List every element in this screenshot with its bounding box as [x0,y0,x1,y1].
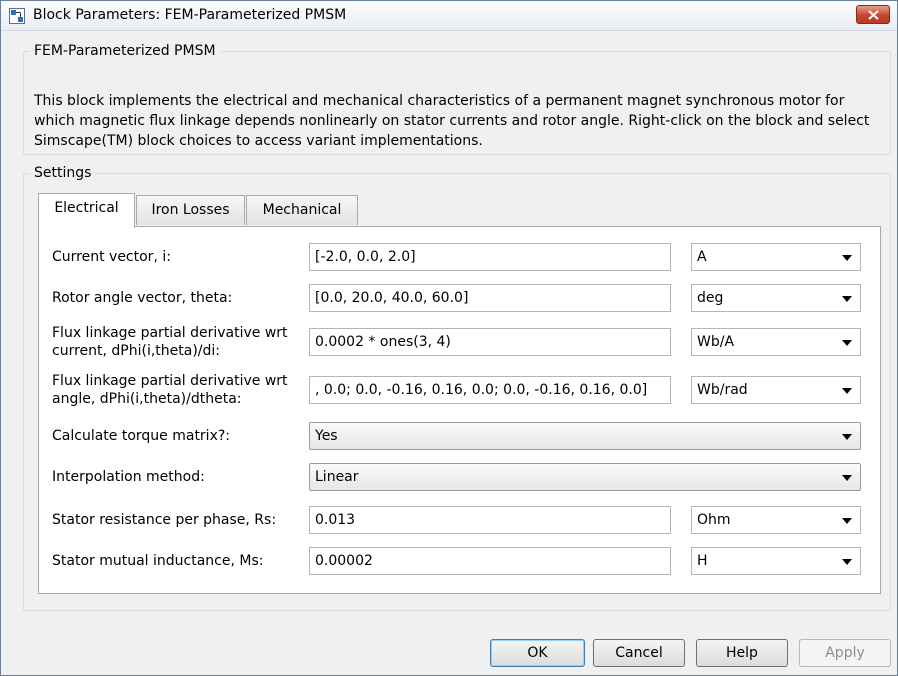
chevron-down-icon [842,388,852,394]
flux-dtheta-input-text: , 0.0; 0.0, -0.16, 0.16, 0.0; 0.0, -0.16… [315,382,648,398]
torque-matrix-label: Calculate torque matrix?: [52,428,231,444]
flux-dtheta-label-line2: angle, dPhi(i,theta)/dtheta: [52,391,242,407]
stator-resistance-input[interactable]: 0.013 [309,506,671,534]
mutual-inductance-input[interactable]: 0.00002 [309,547,671,575]
flux-dtheta-label-line1: Flux linkage partial derivative wrt [52,373,288,389]
apply-button[interactable]: Apply [799,639,891,667]
chevron-down-icon [842,518,852,524]
current-vector-input[interactable]: [-2.0, 0.0, 2.0] [309,243,671,271]
chevron-down-icon [842,340,852,346]
cancel-button[interactable]: Cancel [593,639,685,667]
flux-di-unit-select[interactable]: Wb/A [691,328,861,356]
torque-matrix-select[interactable]: Yes [309,422,861,450]
chevron-down-icon [842,296,852,302]
block-description-group: FEM-Parameterized PMSM This block implem… [23,43,891,155]
flux-dtheta-unit-value: Wb/rad [697,382,748,398]
torque-matrix-value: Yes [315,428,338,444]
settings-legend: Settings [34,165,92,181]
simulink-block-icon [9,8,25,24]
rotor-angle-label: Rotor angle vector, theta: [52,290,233,306]
block-name-legend: FEM-Parameterized PMSM [34,43,216,59]
current-vector-label: Current vector, i: [52,249,171,265]
close-icon [868,10,879,20]
mutual-inductance-label: Stator mutual inductance, Ms: [52,553,264,569]
mutual-inductance-unit-value: H [697,553,708,569]
block-description: This block implements the electrical and… [34,93,870,149]
rotor-angle-unit-select[interactable]: deg [691,284,861,312]
tab-electrical[interactable]: Electrical [38,193,135,228]
chevron-down-icon [842,434,852,440]
tab-iron-losses[interactable]: Iron Losses [136,195,245,225]
stator-resistance-unit-value: Ohm [697,512,731,528]
interpolation-value: Linear [315,469,359,485]
tab-mechanical[interactable]: Mechanical [246,195,358,225]
mutual-inductance-unit-select[interactable]: H [691,547,861,575]
chevron-down-icon [842,559,852,565]
dialog-window: Block Parameters: FEM-Parameterized PMSM… [0,0,898,676]
window-title: Block Parameters: FEM-Parameterized PMSM [33,7,347,23]
current-vector-unit-value: A [697,249,707,265]
chevron-down-icon [842,475,852,481]
stator-resistance-label: Stator resistance per phase, Rs: [52,512,277,528]
flux-di-label-line1: Flux linkage partial derivative wrt [52,325,288,341]
flux-di-unit-value: Wb/A [697,334,735,350]
interpolation-label: Interpolation method: [52,469,205,485]
title-bar[interactable]: Block Parameters: FEM-Parameterized PMSM [1,1,897,31]
rotor-angle-input[interactable]: [0.0, 20.0, 40.0, 60.0] [309,284,671,312]
chevron-down-icon [842,255,852,261]
flux-di-label-line2: current, dPhi(i,theta)/di: [52,343,221,359]
help-button[interactable]: Help [696,639,788,667]
flux-dtheta-unit-select[interactable]: Wb/rad [691,376,861,404]
current-vector-unit-select[interactable]: A [691,243,861,271]
flux-di-input[interactable]: 0.0002 * ones(3, 4) [309,328,671,356]
ok-button[interactable]: OK [490,639,585,667]
electrical-tab-panel: Current vector, i: [-2.0, 0.0, 2.0] A Ro… [38,226,881,594]
flux-dtheta-input[interactable]: , 0.0; 0.0, -0.16, 0.16, 0.0; 0.0, -0.16… [309,376,671,404]
stator-resistance-unit-select[interactable]: Ohm [691,506,861,534]
close-button[interactable] [856,5,890,24]
interpolation-select[interactable]: Linear [309,463,861,491]
rotor-angle-unit-value: deg [697,290,724,306]
